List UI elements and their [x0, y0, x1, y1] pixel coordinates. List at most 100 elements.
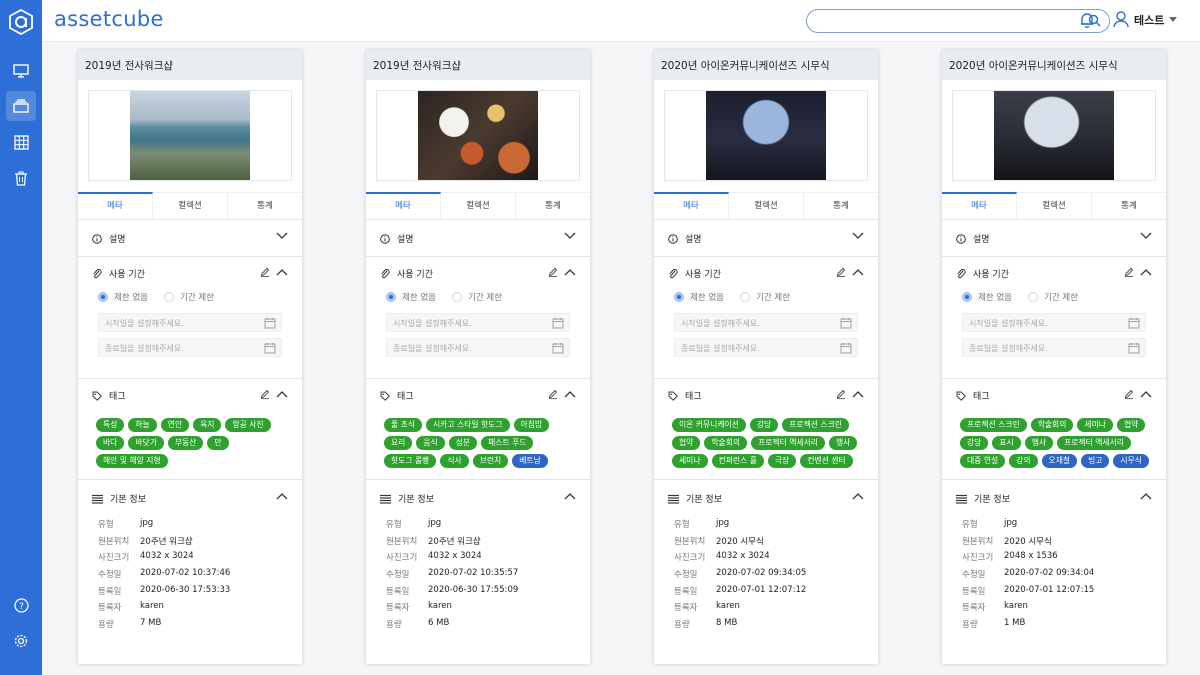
user-menu[interactable]: 테스트	[1113, 11, 1178, 28]
radio-no-limit[interactable]: 제한 없음	[962, 291, 1012, 303]
tag-chip[interactable]: 해안 및 해양 지형	[96, 454, 168, 468]
tag-chip[interactable]: 식사	[440, 454, 469, 468]
start-date-field[interactable]: 시작일을 설정해주세요.	[98, 313, 282, 332]
asset-card[interactable]: 2019년 전사워크샵 메타 컬렉션 통계 설명 사용 기간 제한 없음 기간 …	[366, 50, 590, 664]
tag-chip[interactable]: 행사	[1024, 436, 1054, 450]
brand-logo[interactable]: assetcube	[54, 7, 164, 31]
tag-chip[interactable]: 핫도그 롤빵	[384, 454, 437, 468]
tab-meta[interactable]: 메타	[366, 192, 441, 219]
tag-chip[interactable]: 컨퍼런스 홀	[711, 454, 764, 468]
tag-chip[interactable]: 육지	[193, 418, 222, 432]
radio-button[interactable]	[452, 292, 462, 302]
tag-chip[interactable]: 요리	[384, 436, 413, 450]
chevron-up-icon[interactable]	[276, 268, 288, 276]
tag-chip[interactable]: 프로젝션 스크린	[960, 418, 1027, 432]
tag-chip[interactable]: 브런치	[472, 454, 509, 468]
end-date-field[interactable]: 종료일을 설정해주세요.	[962, 338, 1146, 357]
calendar-icon[interactable]	[840, 317, 852, 329]
tag-chip[interactable]: 협약	[672, 436, 701, 450]
calendar-icon[interactable]	[1128, 317, 1140, 329]
edit-icon[interactable]	[1124, 267, 1134, 277]
chevron-down-icon[interactable]	[564, 232, 576, 240]
tab-meta[interactable]: 메타	[78, 192, 153, 219]
description-header[interactable]: 설명	[92, 232, 126, 245]
radio-button[interactable]	[386, 292, 396, 302]
edit-icon[interactable]	[836, 267, 846, 277]
chevron-up-icon[interactable]	[276, 390, 288, 398]
chevron-up-icon[interactable]	[564, 390, 576, 398]
chevron-up-icon[interactable]	[852, 268, 864, 276]
asset-thumbnail[interactable]	[376, 90, 580, 181]
search-input[interactable]	[819, 13, 1069, 29]
tag-chip[interactable]: 만	[207, 436, 229, 450]
start-date-field[interactable]: 시작일을 설정해주세요.	[386, 313, 570, 332]
tag-chip[interactable]: 부동산	[167, 436, 204, 450]
tag-chip[interactable]: 프로젝터 액세서리	[1057, 436, 1131, 450]
calendar-icon[interactable]	[552, 317, 564, 329]
asset-thumbnail[interactable]	[88, 90, 292, 181]
calendar-icon[interactable]	[264, 342, 276, 354]
chevron-up-icon[interactable]	[852, 390, 864, 398]
tag-chip[interactable]: 특성	[96, 418, 125, 432]
calendar-icon[interactable]	[840, 342, 852, 354]
start-date-field[interactable]: 시작일을 설정해주세요.	[962, 313, 1146, 332]
asset-card[interactable]: 2019년 전사워크샵 메타 컬렉션 통계 설명 사용 기간 제한 없음 기간 …	[78, 50, 302, 664]
radio-no-limit[interactable]: 제한 없음	[98, 291, 148, 303]
tag-chip[interactable]: 빙고	[1081, 454, 1110, 468]
edit-icon[interactable]	[260, 389, 270, 399]
asset-thumbnail[interactable]	[664, 90, 868, 181]
radio-period-limit[interactable]: 기간 제한	[164, 291, 214, 303]
tag-chip[interactable]: 성분	[448, 436, 478, 450]
tag-chip[interactable]: 바다	[96, 436, 125, 450]
chevron-up-icon[interactable]	[1140, 268, 1152, 276]
edit-icon[interactable]	[836, 389, 846, 399]
calendar-icon[interactable]	[1128, 342, 1140, 354]
tag-chip[interactable]: 시무식	[1113, 454, 1149, 468]
sidebar-item-grid[interactable]	[6, 127, 36, 157]
description-header[interactable]: 설명	[668, 232, 702, 245]
edit-icon[interactable]	[260, 267, 270, 277]
tab-collection[interactable]: 컬렉션	[441, 193, 516, 219]
tag-chip[interactable]: 세미나	[1077, 418, 1113, 432]
sidebar-item-settings[interactable]	[6, 626, 36, 656]
tag-chip[interactable]: 강당	[749, 418, 779, 432]
tag-chip[interactable]: 세미나	[672, 454, 708, 468]
radio-button[interactable]	[98, 292, 108, 302]
tag-chip[interactable]: 학술회의	[704, 436, 748, 450]
tag-chip[interactable]: 바닷가	[128, 436, 164, 450]
tab-stats[interactable]: 통계	[228, 193, 302, 219]
chevron-up-icon[interactable]	[1140, 492, 1152, 500]
tag-chip[interactable]: 항공 사진	[225, 418, 271, 432]
tag-chip[interactable]: 대중 연설	[960, 454, 1006, 468]
radio-button[interactable]	[962, 292, 972, 302]
edit-icon[interactable]	[548, 389, 558, 399]
app-logo-icon[interactable]	[8, 8, 34, 36]
tag-chip[interactable]: 강의	[1009, 454, 1038, 468]
tag-chip[interactable]: 연안	[160, 418, 190, 432]
tag-chip[interactable]: 이온 커뮤니케이션	[672, 418, 746, 432]
edit-icon[interactable]	[548, 267, 558, 277]
end-date-field[interactable]: 종료일을 설정해주세요.	[98, 338, 282, 357]
asset-card[interactable]: 2020년 아이온커뮤니케이션즈 시무식 메타 컬렉션 통계 설명 사용 기간	[654, 50, 878, 664]
edit-icon[interactable]	[1124, 389, 1134, 399]
description-header[interactable]: 설명	[380, 232, 414, 245]
tab-collection[interactable]: 컬렉션	[153, 193, 228, 219]
tab-stats[interactable]: 통계	[516, 193, 590, 219]
tag-chip[interactable]: 패스트 푸드	[481, 436, 534, 450]
tag-chip[interactable]: 음식	[416, 436, 445, 450]
radio-button[interactable]	[674, 292, 684, 302]
radio-no-limit[interactable]: 제한 없음	[674, 291, 724, 303]
radio-period-limit[interactable]: 기간 제한	[1028, 291, 1078, 303]
radio-button[interactable]	[740, 292, 750, 302]
calendar-icon[interactable]	[264, 317, 276, 329]
tag-chip[interactable]: 프로젝션 스크린	[782, 418, 849, 432]
chevron-up-icon[interactable]	[564, 268, 576, 276]
tag-chip[interactable]: 극장	[767, 454, 797, 468]
chevron-down-icon[interactable]	[1140, 232, 1152, 240]
tag-chip[interactable]: 협약	[1116, 418, 1146, 432]
chevron-down-icon[interactable]	[276, 232, 288, 240]
calendar-icon[interactable]	[552, 342, 564, 354]
tag-chip[interactable]: 표시	[992, 436, 1021, 450]
chevron-up-icon[interactable]	[852, 492, 864, 500]
tab-collection[interactable]: 컬렉션	[729, 193, 804, 219]
